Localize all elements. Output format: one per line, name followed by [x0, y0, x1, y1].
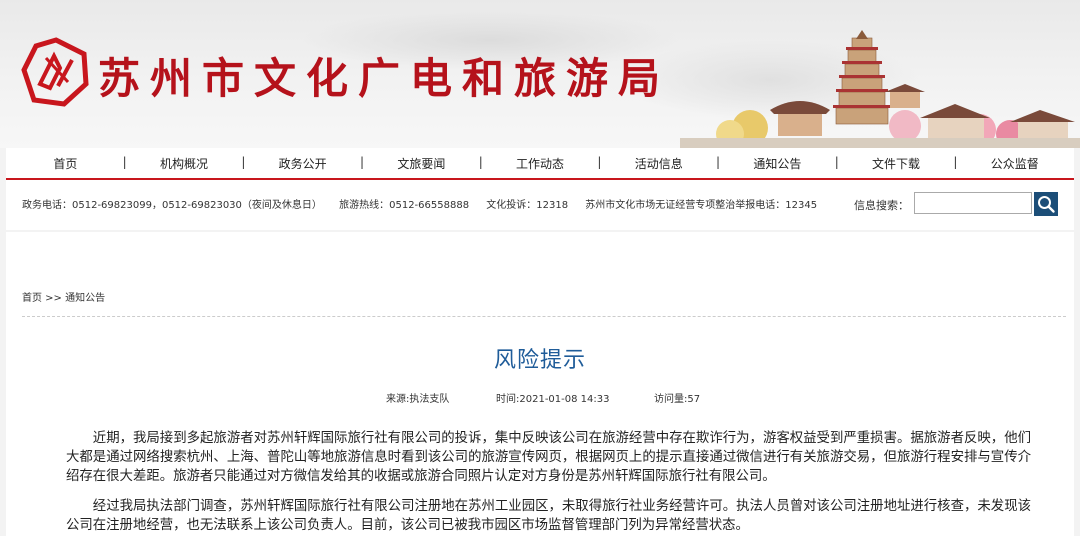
search-button[interactable] [1034, 192, 1058, 216]
nav-item-announcements[interactable]: 通知公告 [716, 155, 837, 172]
nav-item-home[interactable]: 首页 [6, 155, 125, 172]
suzhou-scenery-illustration [680, 30, 1080, 148]
divider [22, 316, 1066, 317]
article-views: 访问量:57 [654, 394, 701, 405]
bureau-logo-icon[interactable] [20, 36, 92, 108]
nav-item-public-supervision[interactable]: 公众监督 [953, 155, 1074, 172]
article-paragraph: 近期，我局接到多起旅游者对苏州轩辉国际旅行社有限公司的投诉，集中反映该公司在旅游… [66, 431, 1031, 484]
gov-phone: 政务电话：0512-69823099，0512-69823030（夜间及休息日） [22, 200, 322, 211]
article-paragraph: 经过我局执法部门调查，苏州轩辉国际旅行社有限公司注册地在苏州工业园区，未取得旅行… [66, 499, 1031, 533]
contact-info: 政务电话：0512-69823099，0512-69823030（夜间及休息日）… [22, 196, 831, 211]
market-report-phone: 苏州市文化市场无证经营专项整治举报电话：12345 [585, 200, 818, 211]
nav-item-events[interactable]: 活动信息 [597, 155, 718, 172]
contact-info-bar: 政务电话：0512-69823099，0512-69823030（夜间及休息日）… [6, 180, 1074, 230]
breadcrumb-home-link[interactable]: 首页 [22, 293, 42, 304]
nav-item-downloads[interactable]: 文件下载 [835, 155, 956, 172]
site-title: 苏州市文化广电和旅游局 [98, 54, 671, 103]
main-nav: 首页 机构概况 政务公开 文旅要闻 工作动态 活动信息 通知公告 文件下载 公众… [6, 148, 1074, 180]
search-input[interactable] [914, 192, 1032, 214]
article-time: 时间:2021-01-08 14:33 [496, 394, 610, 405]
culture-complaint: 文化投诉：12318 [486, 200, 569, 211]
search-label: 信息搜索： [854, 199, 909, 212]
article-container: 首页 >> 通知公告 风险提示 来源:执法支队 时间:2021-01-08 14… [6, 232, 1074, 536]
article-title: 风险提示 [493, 348, 586, 373]
breadcrumb-separator: >> [42, 293, 66, 304]
breadcrumb: 首页 >> 通知公告 [22, 289, 105, 304]
search-icon [1038, 196, 1055, 213]
article-source: 来源:执法支队 [386, 394, 450, 405]
nav-item-tourism-news[interactable]: 文旅要闻 [360, 155, 481, 172]
header-banner: 苏州市文化广电和旅游局 [0, 0, 1080, 148]
nav-item-organization[interactable]: 机构概况 [123, 155, 244, 172]
tour-hotline: 旅游热线：0512-66558888 [339, 200, 470, 211]
nav-item-government-affairs[interactable]: 政务公开 [241, 155, 362, 172]
nav-item-work-updates[interactable]: 工作动态 [479, 155, 600, 172]
breadcrumb-current-link[interactable]: 通知公告 [65, 293, 105, 304]
